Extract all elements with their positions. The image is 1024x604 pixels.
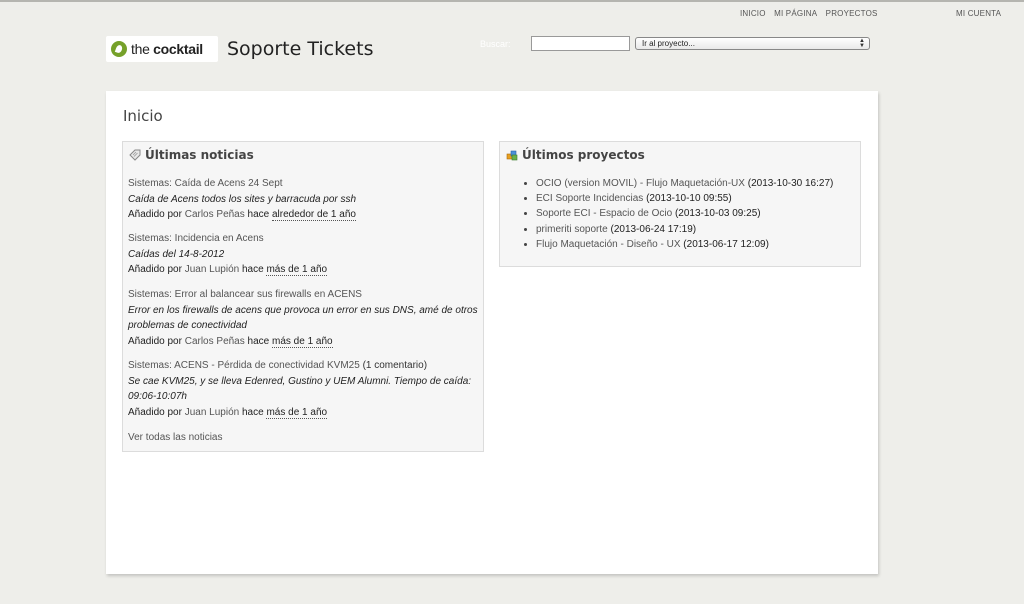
project-link[interactable]: Soporte ECI - Espacio de Ocio	[536, 208, 672, 219]
news-title[interactable]: Sistemas: Error al balancear sus firewal…	[128, 287, 478, 303]
project-link[interactable]: Flujo Maquetación - Diseño - UX	[536, 239, 681, 250]
project-link[interactable]: ECI Soporte Incidencias	[536, 193, 643, 204]
news-summary: Caída de Acens todos los sites y barracu…	[128, 193, 357, 205]
top-border	[0, 0, 1024, 2]
news-item: Sistemas: Error al balancear sus firewal…	[128, 287, 478, 349]
account-menu: MI CUENTA	[956, 9, 1007, 18]
news-box-heading: Últimas noticias	[145, 148, 254, 162]
logo-brand: cocktail	[153, 41, 203, 57]
logo-text: the cocktail	[131, 41, 203, 57]
meta-prefix: Añadido por	[128, 335, 182, 347]
project-select-value: Ir al proyecto...	[642, 39, 695, 48]
news-box: Últimas noticias Sistemas: Caída de Acen…	[122, 141, 484, 452]
projects-box: Últimos proyectos OCIO (version MOVIL) -…	[499, 141, 861, 267]
project-date: (2013-10-03 09:25)	[674, 208, 761, 220]
main-content: Inicio Últimas noticias Sistemas: Caída …	[106, 91, 878, 574]
meta-mid: hace	[247, 335, 270, 347]
logo-leaf-icon	[111, 41, 127, 57]
news-item: Sistemas: Incidencia en Acens Caídas del…	[128, 231, 478, 278]
news-summary: Error en los firewalls de acens que prov…	[128, 304, 478, 332]
news-author-link[interactable]: Juan Lupión	[185, 264, 240, 275]
news-title[interactable]: Sistemas: Incidencia en Acens	[128, 231, 478, 247]
news-title-row: Sistemas: ACENS - Pérdida de conectivida…	[128, 358, 478, 374]
news-author-link[interactable]: Carlos Peñas	[185, 209, 245, 220]
menu-item-proyectos[interactable]: PROYECTOS	[826, 9, 878, 18]
news-item: Sistemas: Caída de Acens 24 Sept Caída d…	[128, 176, 478, 223]
news-time: más de 1 año	[266, 406, 328, 419]
project-date: (2013-06-17 12:09)	[683, 238, 769, 250]
news-meta: Añadido por Juan Lupión hace más de 1 añ…	[128, 405, 478, 421]
logo[interactable]: the cocktail	[106, 36, 218, 62]
list-item: Flujo Maquetación - Diseño - UX (2013-06…	[536, 237, 833, 252]
list-item: ECI Soporte Incidencias (2013-10-10 09:5…	[536, 191, 833, 206]
news-summary: Se cae KVM25, y se lleva Edenred, Gustin…	[128, 375, 472, 403]
list-item: primeriti soporte (2013-06-24 17:19)	[536, 222, 833, 237]
news-author-link[interactable]: Carlos Peñas	[185, 336, 245, 347]
meta-prefix: Añadido por	[128, 406, 182, 418]
news-title[interactable]: Sistemas: ACENS - Pérdida de conectivida…	[128, 360, 360, 371]
all-news-link[interactable]: Ver todas las noticias	[128, 432, 223, 443]
search-input[interactable]	[531, 36, 630, 51]
news-title[interactable]: Sistemas: Caída de Acens 24 Sept	[128, 176, 478, 192]
list-item: Soporte ECI - Espacio de Ocio (2013-10-0…	[536, 206, 833, 221]
project-date: (2013-10-30 16:27)	[747, 178, 834, 189]
projects-box-title: Últimos proyectos	[506, 148, 645, 162]
logo-prefix: the	[131, 41, 150, 57]
meta-mid: hace	[242, 406, 264, 418]
news-meta: Añadido por Carlos Peñas hace más de 1 a…	[128, 334, 478, 350]
meta-mid: hace	[247, 209, 270, 220]
site-title: Soporte Tickets	[227, 38, 374, 60]
project-link[interactable]: OCIO (version MOVIL) - Flujo Maquetación…	[536, 178, 745, 189]
news-meta: Añadido por Juan Lupión hace más de 1 añ…	[128, 262, 478, 278]
projects-icon	[506, 150, 518, 161]
news-comments-count: (1 comentario)	[362, 360, 428, 371]
news-time: más de 1 año	[272, 335, 333, 348]
menu-item-inicio[interactable]: INICIO	[740, 9, 766, 18]
news-time: alrededor de 1 año	[272, 209, 356, 221]
projects-list: OCIO (version MOVIL) - Flujo Maquetación…	[520, 176, 833, 252]
top-menu: INICIO MI PÁGINA PROYECTOS	[740, 9, 884, 18]
news-time: más de 1 año	[266, 264, 328, 276]
project-date: (2013-10-10 09:55)	[646, 193, 732, 205]
project-link[interactable]: primeriti soporte	[536, 224, 608, 235]
menu-item-mi-cuenta[interactable]: MI CUENTA	[956, 9, 1001, 18]
list-item: OCIO (version MOVIL) - Flujo Maquetación…	[536, 176, 833, 191]
projects-box-heading: Últimos proyectos	[522, 148, 645, 162]
select-arrows-icon: ▲ ▼	[859, 38, 865, 49]
meta-prefix: Añadido por	[128, 209, 182, 220]
news-box-title: Últimas noticias	[129, 148, 254, 162]
news-summary: Caídas del 14-8-2012	[128, 248, 225, 260]
news-tag-icon	[129, 149, 141, 161]
meta-mid: hace	[242, 264, 264, 275]
news-meta: Añadido por Carlos Peñas hace alrededor …	[128, 207, 478, 223]
page-title: Inicio	[123, 107, 163, 125]
menu-item-mi-pagina[interactable]: MI PÁGINA	[774, 9, 817, 18]
news-item: Sistemas: ACENS - Pérdida de conectivida…	[128, 358, 478, 420]
meta-prefix: Añadido por	[128, 264, 182, 275]
news-author-link[interactable]: Juan Lupión	[185, 407, 240, 418]
project-jump-select[interactable]: Ir al proyecto... ▲ ▼	[635, 37, 870, 50]
project-date: (2013-06-24 17:19)	[610, 223, 697, 235]
search-label: Buscar:	[480, 39, 511, 49]
